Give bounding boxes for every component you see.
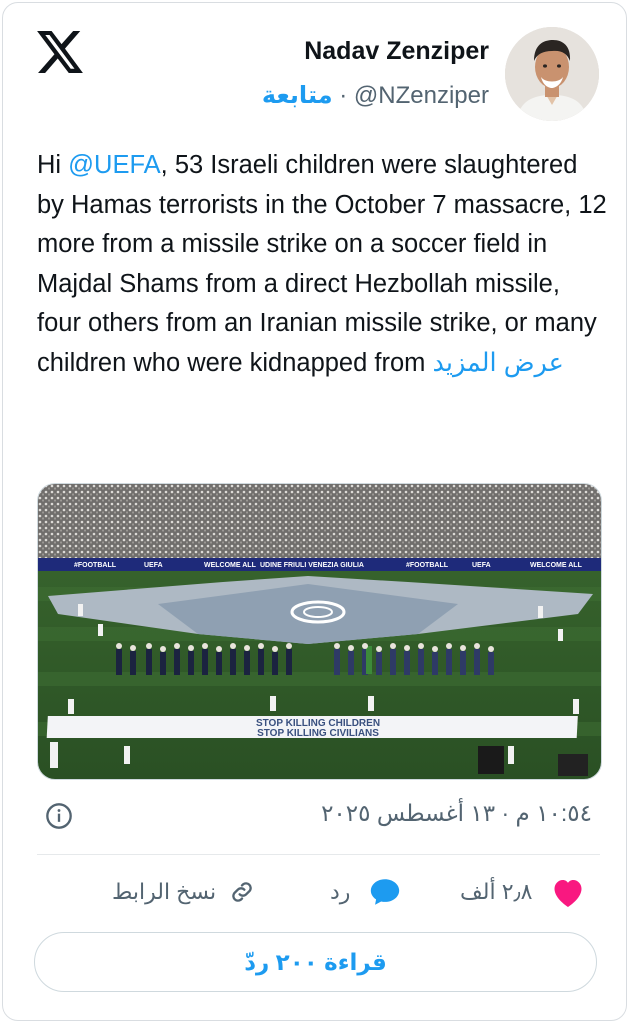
tweet-timestamp[interactable]: ١٠:٥٤ م · ١٣ أغسطس ٢٠٢٥ bbox=[321, 800, 592, 827]
board-text: #FOOTBALL bbox=[74, 562, 117, 569]
handle-row: متابعة · @NZenziper bbox=[262, 81, 489, 110]
tweet-photo[interactable]: #FOOTBALL UEFA WELCOME ALL UDINE FRIULI … bbox=[37, 483, 602, 780]
reply-button[interactable]: رد bbox=[330, 866, 402, 918]
banner-text: STOP KILLING CIVILIANS bbox=[257, 728, 379, 739]
board-text: UDINE FRIULI VENEZIA GIULIA bbox=[260, 562, 364, 569]
author-handle[interactable]: @NZenziper bbox=[354, 82, 489, 109]
tweet-text-body: , 53 Israeli children were slaughtered b… bbox=[37, 151, 607, 377]
avatar[interactable] bbox=[505, 27, 599, 121]
author-name[interactable]: Nadav Zenziper bbox=[304, 37, 489, 66]
info-icon[interactable] bbox=[45, 802, 73, 830]
link-icon bbox=[232, 882, 252, 902]
reply-label: رد bbox=[330, 879, 351, 904]
board-text: UEFA bbox=[144, 562, 163, 569]
likes-count: ٢٫٨ ألف bbox=[460, 879, 533, 904]
tweet-text: Hi @UEFA, 53 Israeli children were slaug… bbox=[37, 146, 607, 383]
speech-bubble-icon bbox=[371, 879, 400, 905]
show-more-link[interactable]: عرض المزيد bbox=[432, 349, 563, 377]
handle-separator: · bbox=[332, 82, 354, 109]
follow-link[interactable]: متابعة bbox=[262, 82, 333, 109]
heart-icon bbox=[554, 880, 582, 907]
divider bbox=[37, 854, 600, 855]
mention-link[interactable]: @UEFA bbox=[68, 151, 161, 179]
x-logo-icon[interactable] bbox=[37, 31, 83, 73]
read-replies-button[interactable]: قراءة ٢٠٠ ردّ bbox=[34, 932, 597, 992]
copy-link-button[interactable]: نسخ الرابط bbox=[112, 866, 256, 918]
board-text: UEFA bbox=[472, 562, 491, 569]
board-text: WELCOME ALL bbox=[204, 562, 257, 569]
like-button[interactable]: ٢٫٨ ألف bbox=[460, 866, 586, 918]
board-text: WELCOME ALL bbox=[530, 562, 583, 569]
action-bar: نسخ الرابط رد ٢٫٨ ألف bbox=[0, 866, 631, 918]
board-text: #FOOTBALL bbox=[406, 562, 449, 569]
copy-link-label: نسخ الرابط bbox=[112, 879, 217, 904]
tweet-text-prefix: Hi bbox=[37, 151, 69, 179]
